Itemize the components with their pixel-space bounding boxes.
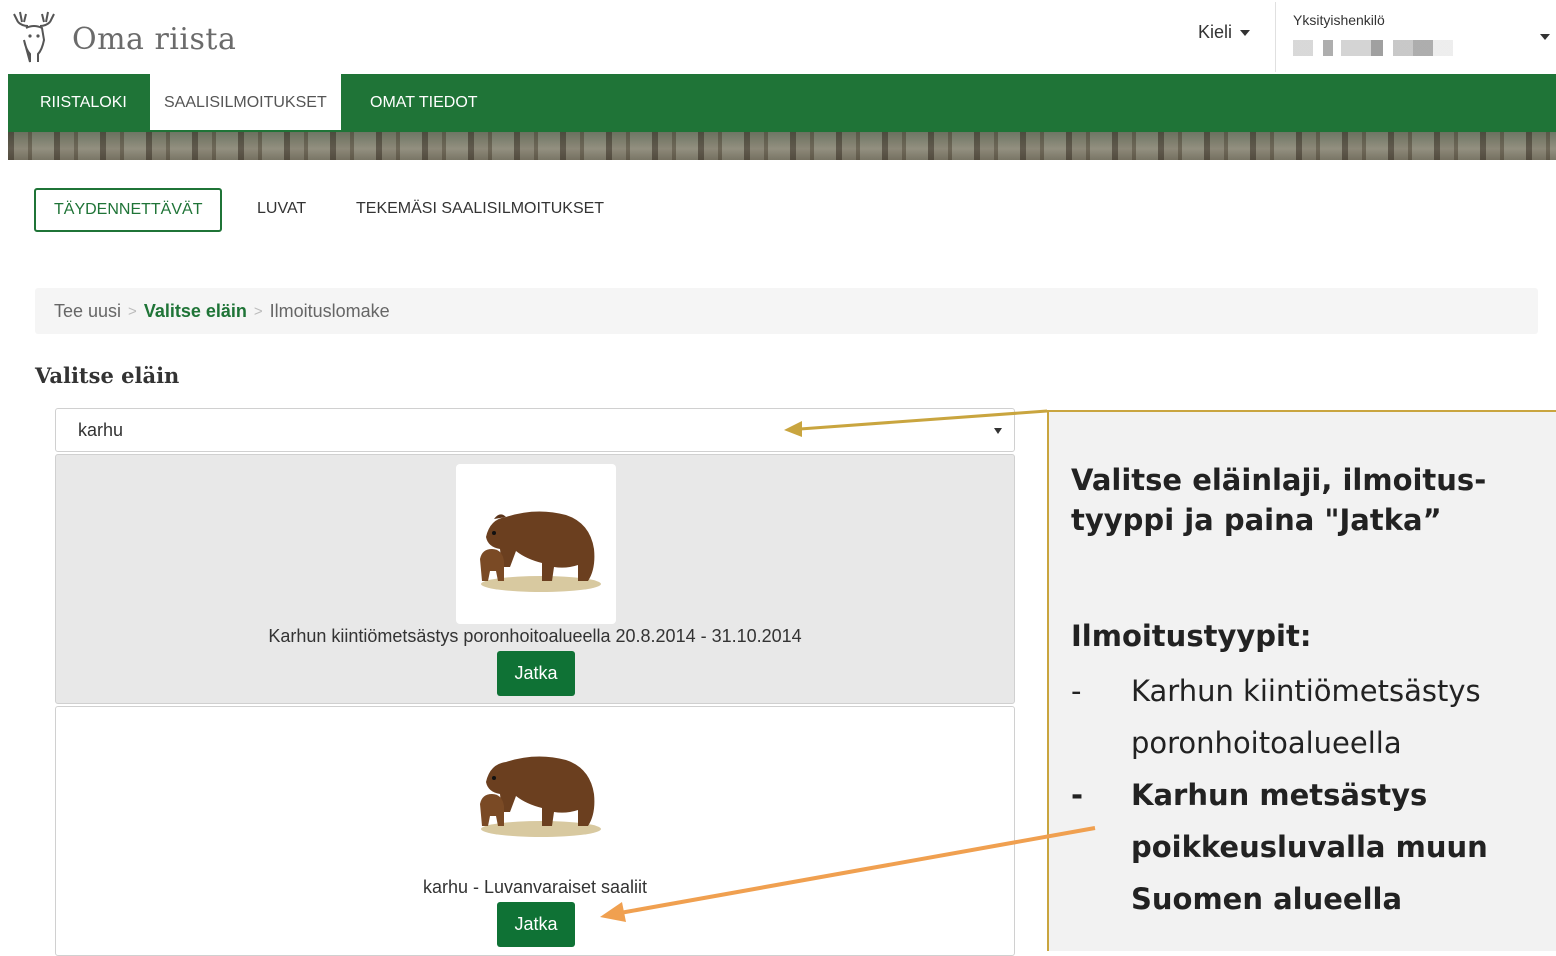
nav-saalisilmoitukset[interactable]: SAALISILMOITUKSET — [150, 74, 341, 130]
report-type-card: Karhun kiintiömetsästys poronhoitoalueel… — [55, 454, 1015, 704]
list-item-text: Karhun metsästys poikkeusluvalla muun Su… — [1131, 778, 1488, 916]
species-select[interactable]: karhu — [55, 408, 1015, 452]
language-label: Kieli — [1198, 22, 1233, 42]
chevron-down-icon — [994, 428, 1002, 434]
instruction-callout: Valitse eläinlaji, ilmoitus-tyyppi ja pa… — [1047, 410, 1556, 951]
page-title: Valitse eläin — [35, 363, 180, 388]
species-select-value: karhu — [78, 420, 124, 440]
continue-button[interactable]: Jatka — [497, 902, 575, 947]
forest-banner — [8, 132, 1556, 160]
main-nav: RIISTALOKI SAALISILMOITUKSET OMAT TIEDOT — [8, 74, 1556, 132]
breadcrumb-valitse-elain: Valitse eläin — [143, 300, 247, 321]
breadcrumb-separator: > — [128, 302, 137, 320]
user-type-label[interactable]: Yksityishenkilö — [1293, 12, 1385, 28]
breadcrumb-tee-uusi[interactable]: Tee uusi — [54, 301, 121, 322]
moose-head-icon[interactable] — [8, 10, 60, 64]
language-dropdown[interactable]: Kieli — [1198, 22, 1251, 43]
brand-title[interactable]: Oma riista — [72, 22, 236, 57]
callout-heading: Valitse eläinlaji, ilmoitus-tyyppi ja pa… — [1071, 463, 1487, 537]
header-divider — [1275, 2, 1276, 72]
user-name-redacted[interactable] — [1293, 40, 1453, 56]
nav-riistaloki[interactable]: RIISTALOKI — [26, 74, 141, 130]
report-type-title: Karhun kiintiömetsästys poronhoitoalueel… — [268, 626, 802, 646]
user-menu-chevron-icon[interactable] — [1540, 34, 1550, 40]
tab-luvat[interactable]: LUVAT — [239, 188, 324, 230]
callout-subheading: Ilmoitustyypit: — [1071, 619, 1312, 653]
report-type-card: karhu - Luvanvaraiset saaliit Jatka — [55, 706, 1015, 956]
brown-bear-icon — [456, 464, 616, 624]
chevron-down-icon — [1240, 29, 1251, 36]
tab-tekemasi-saalisilmoitukset[interactable]: TEKEMÄSI SAALISILMOITUKSET — [338, 188, 622, 230]
breadcrumb-ilmoituslomake: Ilmoituslomake — [269, 300, 390, 321]
list-item-text: Karhun kiintiömetsästys poronhoitoalueel… — [1131, 674, 1481, 760]
continue-button[interactable]: Jatka — [497, 651, 575, 696]
tab-taydennettavat[interactable]: TÄYDENNETTÄVÄT — [34, 188, 223, 232]
top-header: Oma riista Kieli Yksityishenkilö — [0, 0, 1556, 74]
list-dash: - — [1071, 778, 1084, 812]
breadcrumb-separator: > — [253, 302, 263, 320]
list-dash: - — [1071, 674, 1082, 708]
breadcrumb: Tee uusi > Valitse eläin > Ilmoituslomak… — [35, 288, 1538, 334]
brown-bear-icon — [456, 709, 616, 869]
report-type-title: karhu - Luvanvaraiset saaliit — [422, 877, 648, 897]
nav-omat-tiedot[interactable]: OMAT TIEDOT — [356, 74, 492, 130]
